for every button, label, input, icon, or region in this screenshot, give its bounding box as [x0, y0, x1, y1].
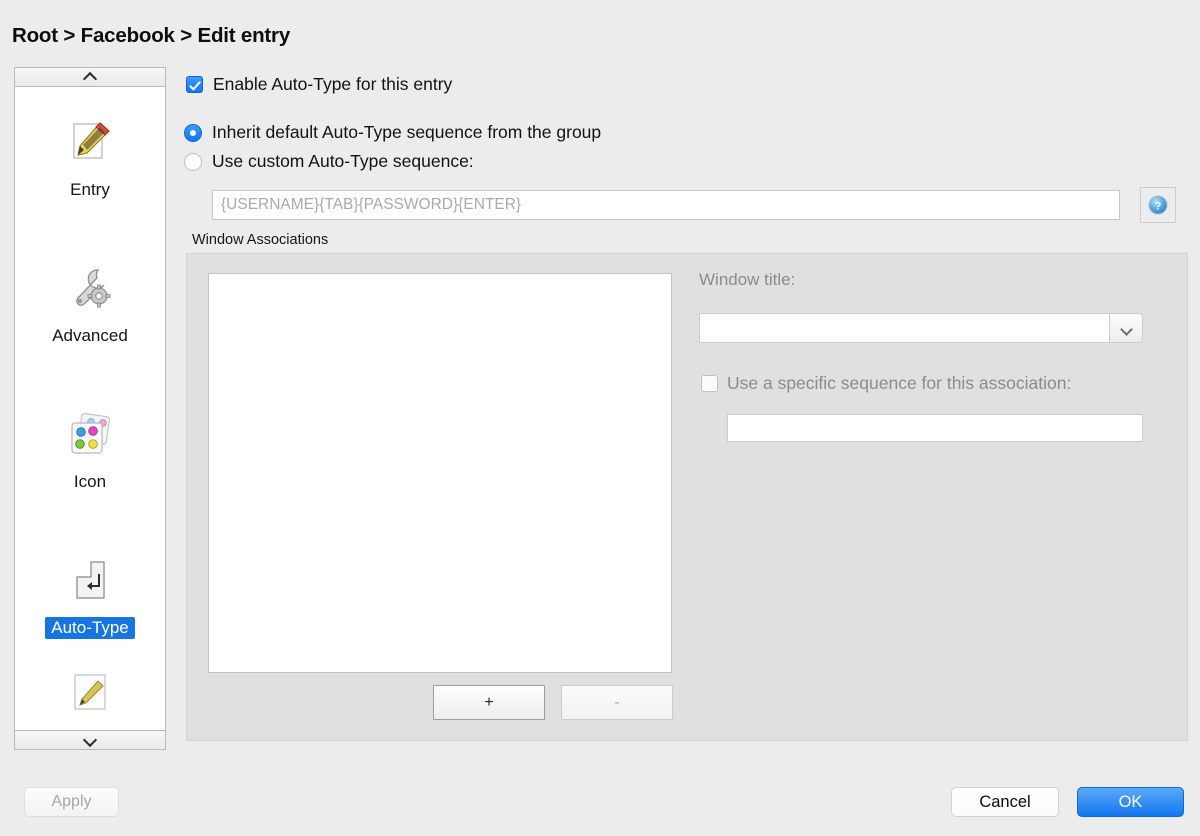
window-title-dropdown-button[interactable]	[1109, 313, 1143, 343]
wrench-gear-icon	[67, 265, 113, 311]
chevron-down-icon	[1121, 325, 1132, 332]
ok-button[interactable]: OK	[1077, 787, 1184, 817]
specific-sequence-label: Use a specific sequence for this associa…	[727, 373, 1072, 393]
window-title-input[interactable]	[699, 313, 1109, 343]
custom-sequence-label: Use custom Auto-Type sequence:	[212, 151, 474, 171]
cancel-button[interactable]: Cancel	[951, 787, 1059, 817]
remove-association-button[interactable]: -	[561, 685, 673, 720]
enable-auto-type-checkbox[interactable]	[186, 76, 203, 93]
add-association-button[interactable]: +	[433, 685, 545, 720]
sidebar-item-label: Advanced	[52, 326, 128, 346]
pencil-icon	[67, 671, 113, 717]
sidebar-item-advanced[interactable]: Advanced	[15, 233, 165, 379]
window-title-combobox[interactable]	[699, 313, 1143, 343]
chevron-up-icon	[84, 73, 97, 81]
sidebar-item-label	[84, 717, 96, 719]
custom-sequence-row[interactable]: Use custom Auto-Type sequence:	[184, 151, 474, 172]
specific-sequence-row[interactable]: Use a specific sequence for this associa…	[701, 373, 1071, 394]
auto-type-settings-pane: Enable Auto-Type for this entry Inherit …	[182, 67, 1188, 750]
sidebar-scroll-up-button[interactable]	[14, 67, 166, 87]
window-associations-panel: + - Window title: Use a specific sequenc…	[186, 253, 1188, 741]
specific-sequence-checkbox[interactable]	[701, 375, 718, 392]
ok-button-label: OK	[1118, 792, 1143, 811]
color-palette-icon	[67, 411, 113, 457]
remove-association-label: -	[614, 693, 620, 711]
breadcrumb: Root > Facebook > Edit entry	[12, 24, 291, 47]
sidebar-item-auto-type[interactable]: Auto-Type	[15, 525, 165, 671]
inherit-sequence-radio[interactable]	[184, 123, 202, 142]
sidebar-item-entry[interactable]: Entry	[15, 87, 165, 233]
window-title-label: Window title:	[699, 270, 796, 289]
help-question-icon: ?	[1148, 195, 1168, 215]
custom-sequence-radio[interactable]	[184, 152, 202, 171]
inherit-sequence-row[interactable]: Inherit default Auto-Type sequence from …	[184, 122, 601, 143]
enable-auto-type-label: Enable Auto-Type for this entry	[213, 74, 453, 94]
sidebar-item-list: Entry Advanced Icon Auto-Type	[14, 87, 166, 730]
sidebar-scroll-down-button[interactable]	[14, 730, 166, 750]
cancel-button-label: Cancel	[979, 792, 1031, 811]
sidebar-item-label: Entry	[70, 180, 110, 200]
sidebar-item-icon[interactable]: Icon	[15, 379, 165, 525]
pencil-document-icon	[67, 119, 113, 165]
inherit-sequence-label: Inherit default Auto-Type sequence from …	[212, 122, 602, 142]
auto-type-help-button[interactable]: ?	[1140, 187, 1176, 223]
sidebar-item-label: Icon	[73, 472, 107, 492]
apply-button-label: Apply	[51, 793, 92, 810]
apply-button[interactable]: Apply	[24, 787, 119, 817]
window-associations-title: Window Associations	[192, 232, 329, 248]
svg-text:?: ?	[1155, 201, 1162, 213]
specific-sequence-input[interactable]	[727, 414, 1143, 442]
sidebar-item-label: Auto-Type	[45, 617, 135, 639]
sidebar-item-notes[interactable]	[15, 671, 165, 711]
auto-type-sequence-input[interactable]	[212, 190, 1120, 220]
enable-auto-type-row[interactable]: Enable Auto-Type for this entry	[186, 74, 452, 95]
add-association-label: +	[484, 693, 494, 711]
window-associations-list[interactable]	[208, 273, 672, 673]
keyboard-return-icon	[67, 557, 113, 603]
chevron-down-icon	[84, 736, 97, 744]
category-sidebar: Entry Advanced Icon Auto-Type	[14, 67, 166, 750]
